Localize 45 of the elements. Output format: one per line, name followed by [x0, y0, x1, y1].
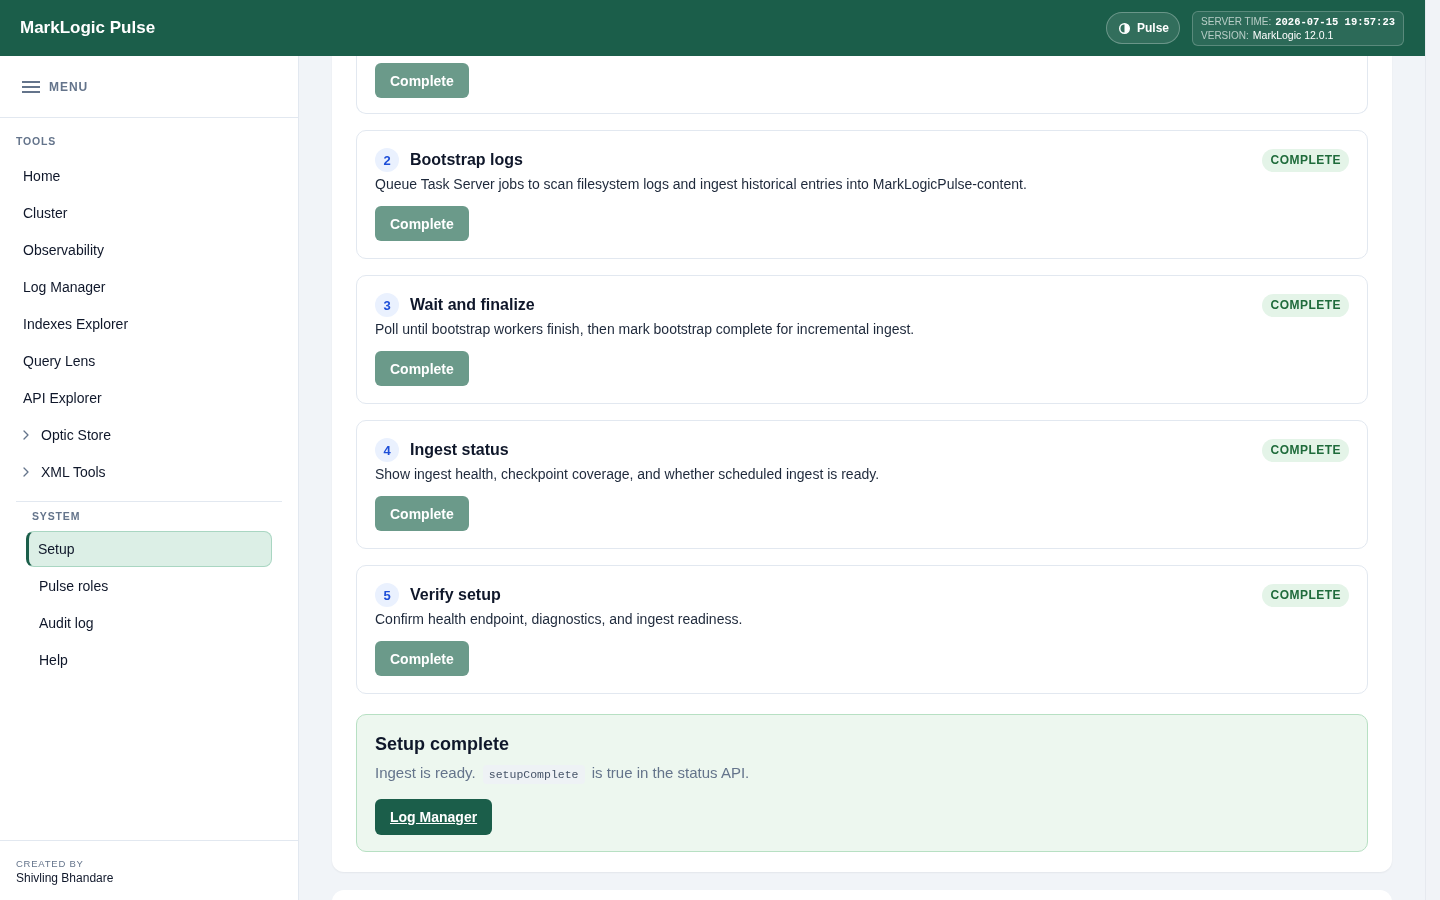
app-title: MarkLogic Pulse — [20, 18, 156, 38]
status-badge: COMPLETE — [1262, 293, 1349, 317]
status-badge: COMPLETE — [1262, 583, 1349, 607]
sidebar-item[interactable]: XML Tools — [10, 454, 288, 490]
sidebar-item[interactable]: Pulse roles — [26, 568, 272, 604]
sidebar-item[interactable]: Help — [26, 642, 272, 678]
half-circle-icon — [1119, 22, 1131, 34]
completion-message: Ingest is ready. setupComplete is true in the status API. — [375, 763, 750, 785]
step-description: Confirm health endpoint, diagnostics, and ingest readiness. — [375, 610, 743, 629]
sidebar-item[interactable]: Observability — [10, 232, 288, 268]
step-number: 4 — [375, 438, 399, 462]
step-number: 5 — [375, 583, 399, 607]
step-description: Poll until bootstrap workers finish, then mark bootstrap complete for incremental ingest. — [375, 320, 915, 339]
sidebar-item[interactable]: Cluster — [10, 195, 288, 231]
menu-icon — [22, 80, 40, 93]
log-manager-button[interactable]: Log Manager — [375, 799, 493, 835]
server-time-label: SERVER TIME: — [1201, 15, 1272, 27]
author-name: Shivling Bhandare — [16, 870, 115, 886]
menu-button[interactable]: MENU — [22, 79, 89, 94]
sidebar-item[interactable]: Query Lens — [10, 343, 288, 379]
step-description: Show ingest health, checkpoint coverage, and whether scheduled ingest is ready. — [375, 465, 880, 484]
version-value: MarkLogic 12.0.1 — [1252, 28, 1334, 41]
status-badge: COMPLETE — [1262, 148, 1349, 172]
sidebar-item[interactable]: Setup — [26, 531, 272, 567]
pulse-button[interactable]: Pulse — [1106, 12, 1181, 44]
step-description: Queue Task Server jobs to scan filesystem logs and ingest historical entries into MarkLogicPulse-content. — [375, 175, 1027, 194]
credit-label: CREATED BY — [16, 857, 85, 870]
sidebar-item[interactable]: Optic Store — [10, 417, 288, 453]
section-label: SYSTEM — [31, 509, 82, 523]
step-title: Verify setup — [410, 586, 501, 604]
step-title: Bootstrap logs — [410, 151, 523, 169]
sidebar-item[interactable]: Indexes Explorer — [10, 306, 288, 342]
section-label: TOOLS — [15, 134, 58, 148]
completion-title: Setup complete — [375, 733, 510, 756]
version-label: VERSION: — [1201, 29, 1249, 41]
sidebar-item[interactable]: Home — [10, 158, 288, 194]
step-title: Wait and finalize — [410, 296, 535, 314]
step-number: 2 — [375, 148, 399, 172]
sidebar-item[interactable]: API Explorer — [10, 380, 288, 416]
status-badge: COMPLETE — [1262, 438, 1349, 462]
server-time-value: 2026-07-15 19:57:23 — [1275, 15, 1395, 28]
sidebar-item[interactable]: Log Manager — [10, 269, 288, 305]
step-title: Ingest status — [410, 441, 509, 459]
sidebar-item[interactable]: Audit log — [26, 605, 272, 641]
step-number: 3 — [375, 293, 399, 317]
